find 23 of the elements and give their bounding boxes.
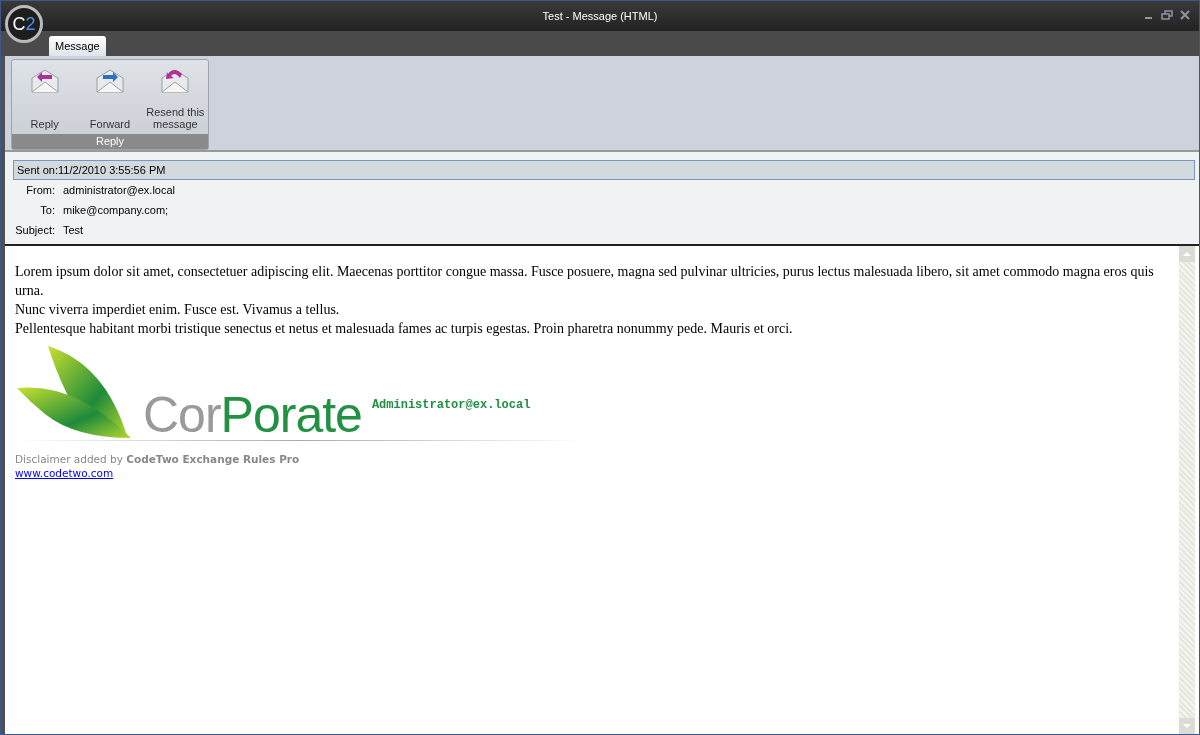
close-button[interactable] [1179, 10, 1191, 20]
field-label: Subject: [14, 224, 55, 236]
website-link[interactable]: www.codetwo.com [15, 467, 114, 479]
ribbon-button[interactable]: Resend this message [145, 66, 206, 134]
ribbon-button[interactable]: Forward [80, 66, 140, 134]
restore-button[interactable] [1161, 10, 1173, 20]
field-label: To: [39, 204, 55, 216]
ribbon-button[interactable]: Reply [14, 66, 75, 134]
field-value: administrator@ex.local [63, 184, 176, 196]
corporate-logo: CorPorate [143, 390, 362, 440]
field-label: From: [25, 184, 55, 196]
app-logo[interactable]: C2 [5, 5, 43, 43]
body-paragraph: Nunc viverra imperdiet enim. Fusce est. Vivamus a tellus. [15, 301, 341, 319]
field-value: mike@company.com; [63, 204, 169, 216]
body-paragraph: Lorem ipsum dolor sit amet, consectetuer adipiscing elit. Maecenas porttitor congue massa. Fusce posuere, magna sed pulvinar ultricies, purus lectus malesuada libero, sit amet commodo magna eros quis urna. [15, 263, 1155, 300]
field-value: Test [63, 224, 84, 236]
signature-email: Administrator@ex.local [371, 398, 531, 412]
window-title: Test - Message (HTML) [542, 10, 658, 22]
group-label: Reply [12, 134, 208, 149]
ribbon-tab[interactable]: Message [49, 36, 106, 56]
sent-on-bar: Sent on:11/2/2010 3:55:56 PM [13, 160, 1195, 180]
body-paragraph: Pellentesque habitant morbi tristique senectus et netus et malesuada fames ac turpis egestas. Proin pharetra nonummy pede. Mauris et orci. [15, 320, 794, 338]
disclaimer-text: Disclaimer added by CodeTwo Exchange Rules Pro [15, 453, 301, 465]
